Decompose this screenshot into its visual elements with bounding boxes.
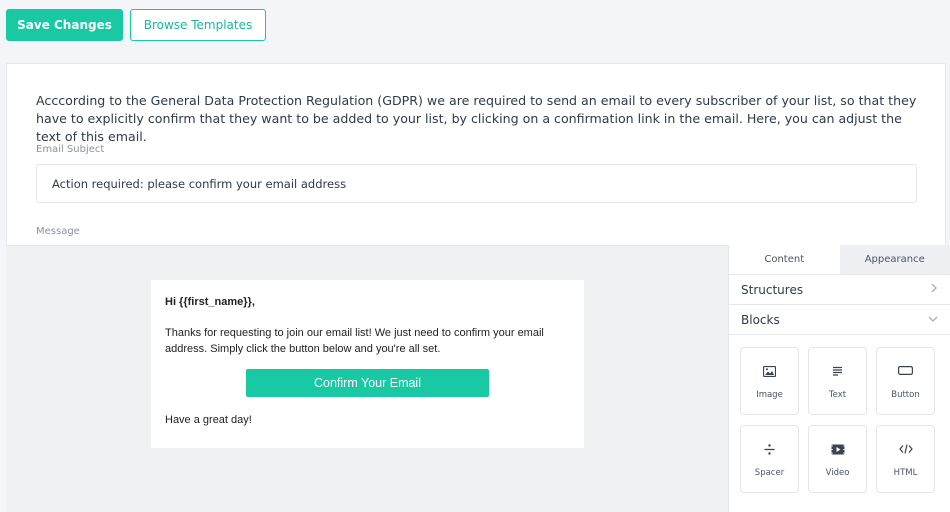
chevron-down-icon	[928, 313, 938, 326]
structures-label: Structures	[741, 282, 804, 297]
structures-section[interactable]: Structures	[729, 275, 950, 305]
tab-content[interactable]: Content	[729, 245, 840, 274]
email-body-text[interactable]: Thanks for requesting to join our email …	[165, 325, 575, 357]
confirm-email-button[interactable]: Confirm Your Email	[246, 369, 489, 397]
button-icon	[877, 366, 934, 375]
email-subject-label: Email Subject	[36, 144, 105, 155]
block-html-label: HTML	[893, 468, 918, 478]
block-text-label: Text	[828, 390, 847, 400]
gdpr-intro-text: Acccording to the General Data Protectio…	[36, 93, 917, 144]
block-button[interactable]: Button	[876, 347, 935, 415]
editor-side-panel: Content Appearance Structures Blocks Ima…	[728, 245, 950, 512]
block-video-label: Video	[825, 468, 850, 478]
video-icon	[809, 444, 866, 455]
confirmation-email-card: Acccording to the General Data Protectio…	[6, 63, 946, 245]
panel-tabs: Content Appearance	[729, 245, 950, 275]
code-icon	[877, 444, 934, 454]
block-image[interactable]: Image	[740, 347, 799, 415]
email-closing[interactable]: Have a great day!	[165, 414, 252, 426]
divide-icon	[741, 444, 798, 455]
blocks-section[interactable]: Blocks	[729, 305, 950, 335]
block-html[interactable]: HTML	[876, 425, 935, 493]
block-video[interactable]: Video	[808, 425, 867, 493]
save-changes-button[interactable]: Save Changes	[6, 9, 123, 41]
text-icon	[809, 366, 866, 377]
email-subject-input[interactable]	[36, 164, 917, 203]
chevron-right-icon	[930, 283, 938, 296]
block-image-label: Image	[756, 390, 783, 400]
block-spacer[interactable]: Spacer	[740, 425, 799, 493]
message-label: Message	[36, 226, 80, 237]
email-greeting[interactable]: Hi {{first_name}},	[165, 296, 255, 308]
image-icon	[741, 366, 798, 377]
block-button-label: Button	[891, 390, 920, 400]
tab-appearance[interactable]: Appearance	[839, 245, 950, 274]
block-spacer-label: Spacer	[754, 468, 785, 478]
block-text[interactable]: Text	[808, 347, 867, 415]
email-preview[interactable]: Hi {{first_name}}, Thanks for requesting…	[151, 280, 584, 448]
blocks-label: Blocks	[741, 312, 780, 327]
browse-templates-button[interactable]: Browse Templates	[130, 9, 266, 41]
